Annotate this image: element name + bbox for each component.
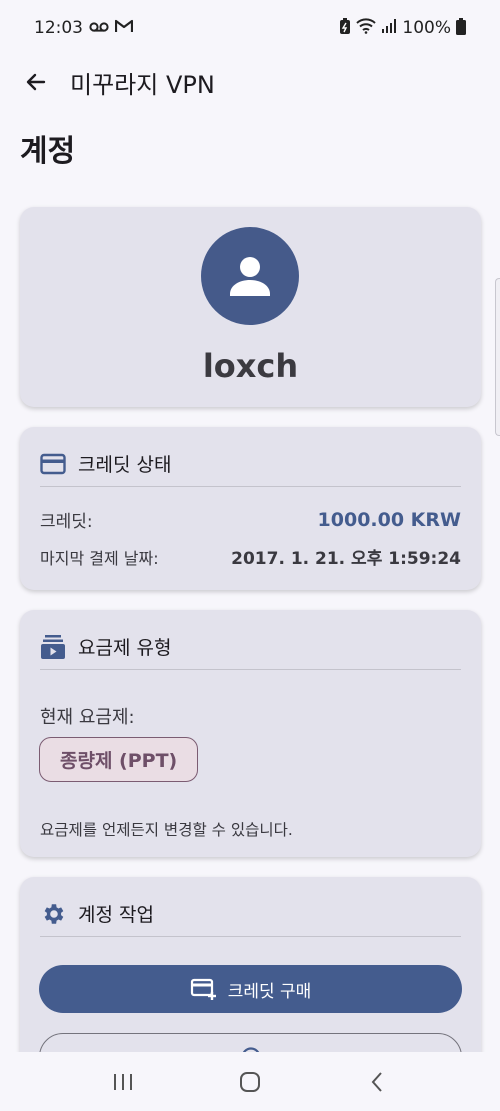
- credit-header-text: 크레딧 상태: [78, 454, 172, 476]
- back-button[interactable]: [22, 68, 50, 96]
- plan-header: 요금제 유형: [40, 630, 461, 670]
- gmail-icon: [114, 18, 134, 38]
- voicemail-icon: [89, 18, 109, 38]
- status-time: 12:03: [34, 18, 83, 38]
- add-card-icon: [190, 978, 216, 1000]
- status-bar: 12:03 100%: [0, 0, 500, 56]
- recents-button[interactable]: [93, 1062, 153, 1102]
- subscriptions-icon: [41, 634, 65, 659]
- signal-icon: [381, 18, 397, 39]
- last-payment-value: 2017. 1. 21. 오후 1:59:24: [231, 549, 461, 569]
- wifi-icon: [356, 17, 377, 39]
- nav-back-button[interactable]: [347, 1062, 407, 1102]
- credit-row: 크레딧: 1000.00 KRW: [40, 507, 461, 533]
- credit-label: 크레딧:: [40, 512, 93, 532]
- person-icon: [230, 257, 270, 296]
- arrow-back-icon: [26, 73, 46, 91]
- avatar: [201, 227, 299, 325]
- recents-icon: [114, 1073, 133, 1090]
- scroll-handle[interactable]: [495, 278, 500, 436]
- gear-icon: [44, 903, 64, 924]
- home-icon: [239, 1071, 260, 1092]
- actions-header-text: 계정 작업: [78, 904, 154, 926]
- credit-status-card: 크레딧 상태 크레딧: 1000.00 KRW 마지막 결제 날짜: 2017.…: [20, 427, 481, 590]
- plan-note: 요금제를 언제든지 변경할 수 있습니다.: [40, 821, 293, 839]
- profile-card: loxch: [20, 207, 481, 407]
- username: loxch: [202, 347, 299, 385]
- buy-credit-label: 크레딧 구매: [227, 981, 312, 1002]
- credit-header: 크레딧 상태: [40, 447, 461, 487]
- system-nav-bar: [0, 1052, 500, 1111]
- app-title: 미꾸라지 VPN: [70, 70, 215, 99]
- last-payment-row: 마지막 결제 날짜: 2017. 1. 21. 오후 1:59:24: [40, 544, 461, 570]
- last-payment-label: 마지막 결제 날짜:: [40, 548, 159, 568]
- credit-card-icon: [40, 453, 66, 474]
- battery-icon: [456, 17, 466, 40]
- current-plan-chip: 종량제 (PPT): [39, 737, 199, 782]
- app-bar: 미꾸라지 VPN: [0, 56, 500, 108]
- plan-header-text: 요금제 유형: [78, 637, 172, 659]
- nav-back-icon: [371, 1071, 382, 1092]
- credit-value: 1000.00 KRW: [317, 508, 461, 531]
- home-button[interactable]: [220, 1062, 280, 1102]
- battery-saver-icon: [339, 17, 351, 40]
- battery-percent: 100%: [402, 18, 451, 38]
- actions-header: 계정 작업: [40, 897, 461, 937]
- buy-credit-button[interactable]: 크레딧 구매: [39, 965, 462, 1013]
- current-plan-label: 현재 요금제:: [40, 707, 135, 728]
- page-title: 계정: [20, 134, 76, 169]
- plan-card: 요금제 유형 현재 요금제: 종량제 (PPT) 요금제를 언제든지 변경할 수…: [20, 610, 481, 857]
